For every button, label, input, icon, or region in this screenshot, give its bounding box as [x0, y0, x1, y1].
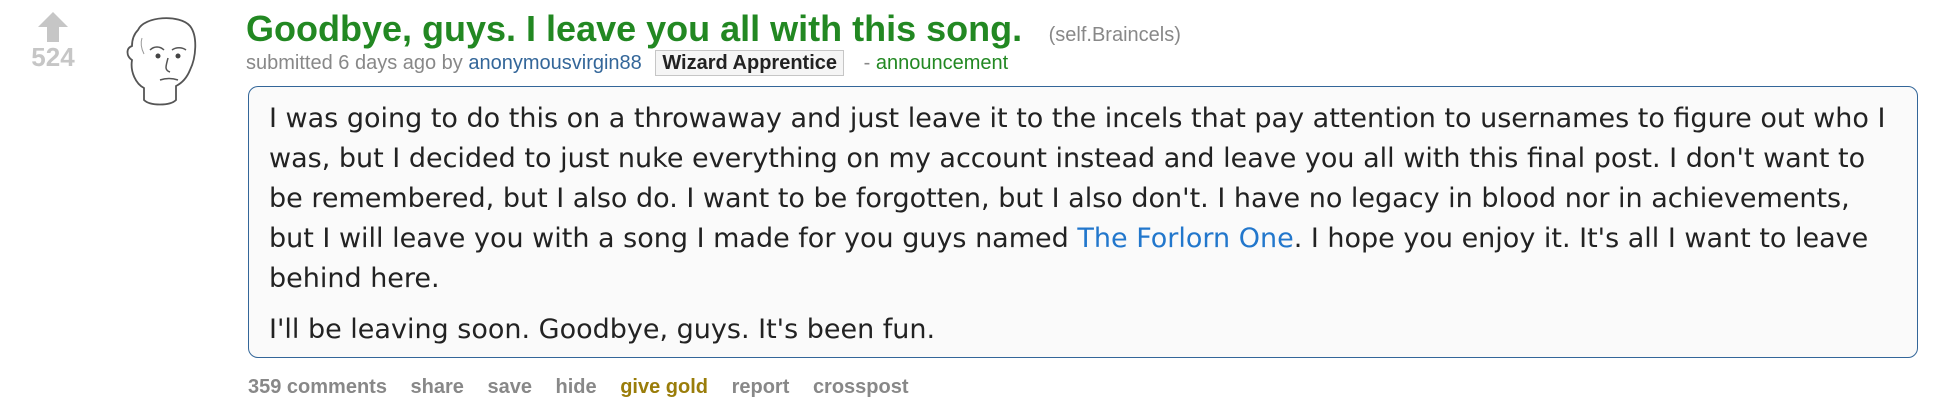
share-button[interactable]: share — [411, 376, 464, 398]
report-button[interactable]: report — [732, 376, 790, 398]
user-flair: Wizard Apprentice — [655, 50, 845, 76]
title-row: Goodbye, guys. I leave you all with this… — [246, 8, 1920, 50]
give-gold-button[interactable]: give gold — [620, 376, 708, 398]
hide-button[interactable]: hide — [556, 376, 597, 398]
post-body: I was going to do this on a throwaway an… — [248, 86, 1918, 358]
save-button[interactable]: save — [487, 376, 532, 398]
post-title[interactable]: Goodbye, guys. I leave you all with this… — [246, 8, 1022, 49]
post-domain[interactable]: (self.Braincels) — [1049, 24, 1181, 46]
flair-separator: - — [863, 52, 871, 74]
score: 524 — [31, 42, 75, 72]
submitted-text: submitted 6 days ago by — [246, 52, 463, 74]
song-link[interactable]: The Forlorn One — [1077, 223, 1293, 254]
crosspost-button[interactable]: crosspost — [813, 376, 909, 398]
author-link[interactable]: anonymousvirgin88 — [468, 52, 641, 74]
comments-button[interactable]: 359 comments — [248, 376, 387, 398]
vote-column: 524 — [18, 10, 88, 73]
link-flair: announcement — [875, 52, 1009, 74]
body-paragraph-2: I'll be leaving soon. Goodbye, guys. It'… — [269, 314, 936, 345]
tagline: submitted 6 days ago by anonymousvirgin8… — [246, 50, 1008, 76]
post-buttons: 359 comments share save hide give gold r… — [248, 376, 927, 399]
body-paragraph-1: I was going to do this on a throwaway an… — [269, 99, 1897, 299]
upvote-arrow-icon[interactable] — [36, 10, 70, 44]
wojak-face-thumbnail[interactable] — [120, 10, 210, 110]
